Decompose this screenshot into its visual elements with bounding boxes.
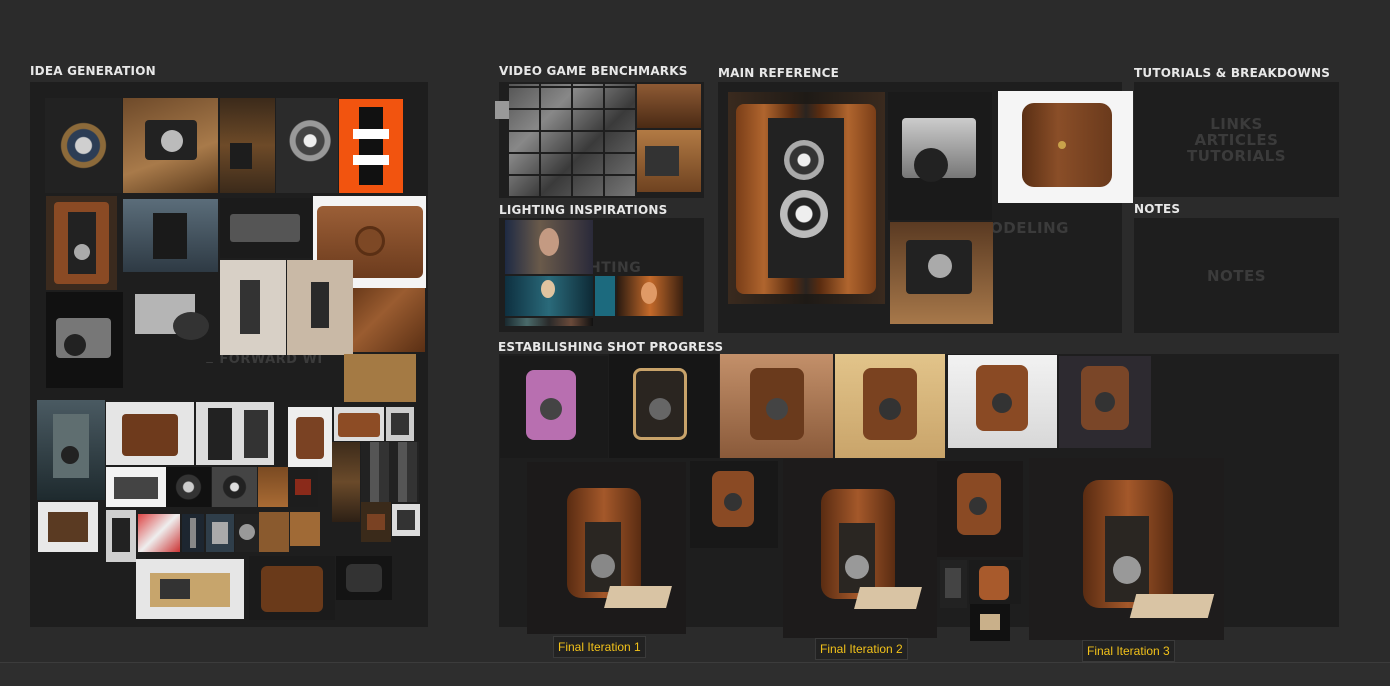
warm-portrait-image[interactable] (617, 276, 683, 316)
idea-generation-panel[interactable]: E FORWARD WI (30, 82, 428, 627)
lighting-inspirations-panel[interactable]: HTING (499, 218, 704, 332)
final-iteration-2-caption: Final Iteration 2 (815, 638, 908, 660)
notes-panel[interactable]: NOTES (1134, 218, 1339, 333)
final-iteration-2-render[interactable] (783, 459, 937, 638)
camera-on-wood-image[interactable] (123, 98, 218, 193)
progress-render-4[interactable] (835, 354, 945, 458)
main-ref-ghost-text: ODELING (990, 219, 1069, 237)
final-iteration-3-caption: Final Iteration 3 (1082, 640, 1175, 662)
rangefinder-grey-image[interactable] (123, 272, 218, 362)
camera-on-table-reference-image[interactable] (890, 222, 993, 324)
dark-bag-image[interactable] (336, 556, 392, 600)
wood-panel-image[interactable] (259, 512, 289, 552)
section-title-tutorials: TUTORIALS & BREAKDOWNS (1134, 66, 1331, 80)
final-iteration-1-caption: Final Iteration 1 (553, 636, 646, 658)
lens-bw-image[interactable] (276, 98, 338, 193)
camera-shelf-image[interactable] (361, 502, 391, 542)
polaroid-camera-image[interactable] (136, 559, 244, 619)
section-title-shot-progress: ESTABILISHING SHOT PROGRESS (498, 340, 724, 354)
breakdown-render-a[interactable] (937, 461, 1023, 557)
tlr-front-image[interactable] (196, 402, 274, 465)
color-palette-strip (505, 318, 593, 326)
camera-box-image[interactable] (38, 502, 98, 552)
tripod-image[interactable] (182, 514, 204, 552)
breakdown-render-b[interactable] (940, 560, 967, 608)
camera-mosaic-image[interactable] (361, 442, 419, 502)
lens-closeup-image[interactable] (45, 98, 122, 193)
tlr-closeup-image[interactable] (212, 467, 257, 507)
final-iteration-3-render[interactable] (1029, 458, 1224, 640)
cyan-still-image[interactable] (595, 276, 615, 316)
final-iteration-1-render[interactable] (527, 462, 686, 634)
benchmark-camera-bag-image[interactable] (637, 130, 701, 192)
orange-poster-image[interactable] (339, 99, 403, 193)
benchmark-leather-bag-image[interactable] (637, 84, 701, 128)
breakdown-render-d[interactable] (970, 604, 1010, 641)
tutorials-panel[interactable]: LINKS ARTICLES TUTORIALS (1134, 82, 1339, 197)
section-title-lighting-inspirations: LIGHTING INSPIRATIONS (499, 203, 668, 217)
wip-render-small[interactable] (690, 461, 778, 548)
breakdown-render-c[interactable] (969, 560, 1021, 604)
section-title-idea-generation: IDEA GENERATION (30, 64, 156, 78)
camera-collage-image[interactable] (332, 442, 360, 522)
section-title-notes: NOTES (1134, 202, 1181, 216)
camera-blue-image[interactable] (206, 514, 234, 552)
camera-small-image[interactable] (386, 407, 414, 441)
tutorials-ghost-links: LINKS (1210, 115, 1263, 133)
patterned-strap-image[interactable] (138, 514, 180, 552)
wall-phone-image[interactable] (220, 260, 286, 355)
rangefinder-dark-image[interactable] (220, 198, 312, 258)
main-reference-panel[interactable]: ODELING (718, 82, 1133, 333)
camera-front-image[interactable] (235, 514, 259, 552)
lubitel-case-reference-image[interactable] (728, 92, 885, 304)
case-side-image[interactable] (288, 407, 332, 467)
progress-render-5[interactable] (948, 355, 1057, 448)
progress-render-2[interactable] (609, 354, 719, 458)
section-title-video-game-benchmarks: VIDEO GAME BENCHMARKS (499, 64, 688, 78)
camera-bw-closeup-image[interactable] (46, 292, 123, 388)
tutorials-ghost-articles: ARTICLES (1194, 131, 1279, 149)
leather-bag-image[interactable] (334, 407, 384, 441)
lenses-grid-image[interactable] (166, 467, 211, 507)
notes-ghost-text: NOTES (1206, 267, 1267, 285)
camera-grey-image[interactable] (392, 504, 420, 536)
camera-set-image[interactable] (106, 510, 136, 562)
wood-panel-2-image[interactable] (290, 512, 320, 546)
tutorials-ghost-tutorials: TUTORIALS (1187, 147, 1286, 165)
lubitel-dark-image[interactable] (37, 400, 105, 500)
progress-render-1[interactable] (500, 356, 608, 458)
leather-satchel-image[interactable] (249, 556, 335, 620)
phone-booth-image[interactable] (287, 260, 353, 355)
suede-texture-image[interactable] (344, 354, 416, 402)
status-bar (0, 662, 1390, 686)
rangefinder-reference-image[interactable] (888, 92, 992, 220)
camera-pair-image[interactable] (106, 467, 166, 507)
camera-red-image[interactable] (288, 467, 318, 507)
progress-render-3[interactable] (720, 354, 833, 458)
leather-case-reference-image[interactable] (998, 91, 1133, 203)
progress-render-6[interactable] (1059, 356, 1151, 448)
shelf-cameras-image[interactable] (220, 98, 275, 193)
film-still-image[interactable] (505, 276, 593, 316)
wood-tiles-image[interactable] (258, 467, 288, 507)
section-title-main-reference: MAIN REFERENCE (718, 66, 840, 80)
leather-texture-image[interactable] (353, 288, 425, 352)
blue-camera-image[interactable] (123, 199, 218, 272)
video-game-benchmarks-panel[interactable] (495, 82, 704, 198)
lighting-ghost-text: HTING (589, 260, 642, 276)
benchmark-grid-image[interactable] (509, 84, 635, 196)
tlr-camera-case-image[interactable] (46, 196, 117, 290)
portrait-light-image[interactable] (505, 220, 593, 274)
camera-brown-case-image[interactable] (106, 402, 194, 465)
